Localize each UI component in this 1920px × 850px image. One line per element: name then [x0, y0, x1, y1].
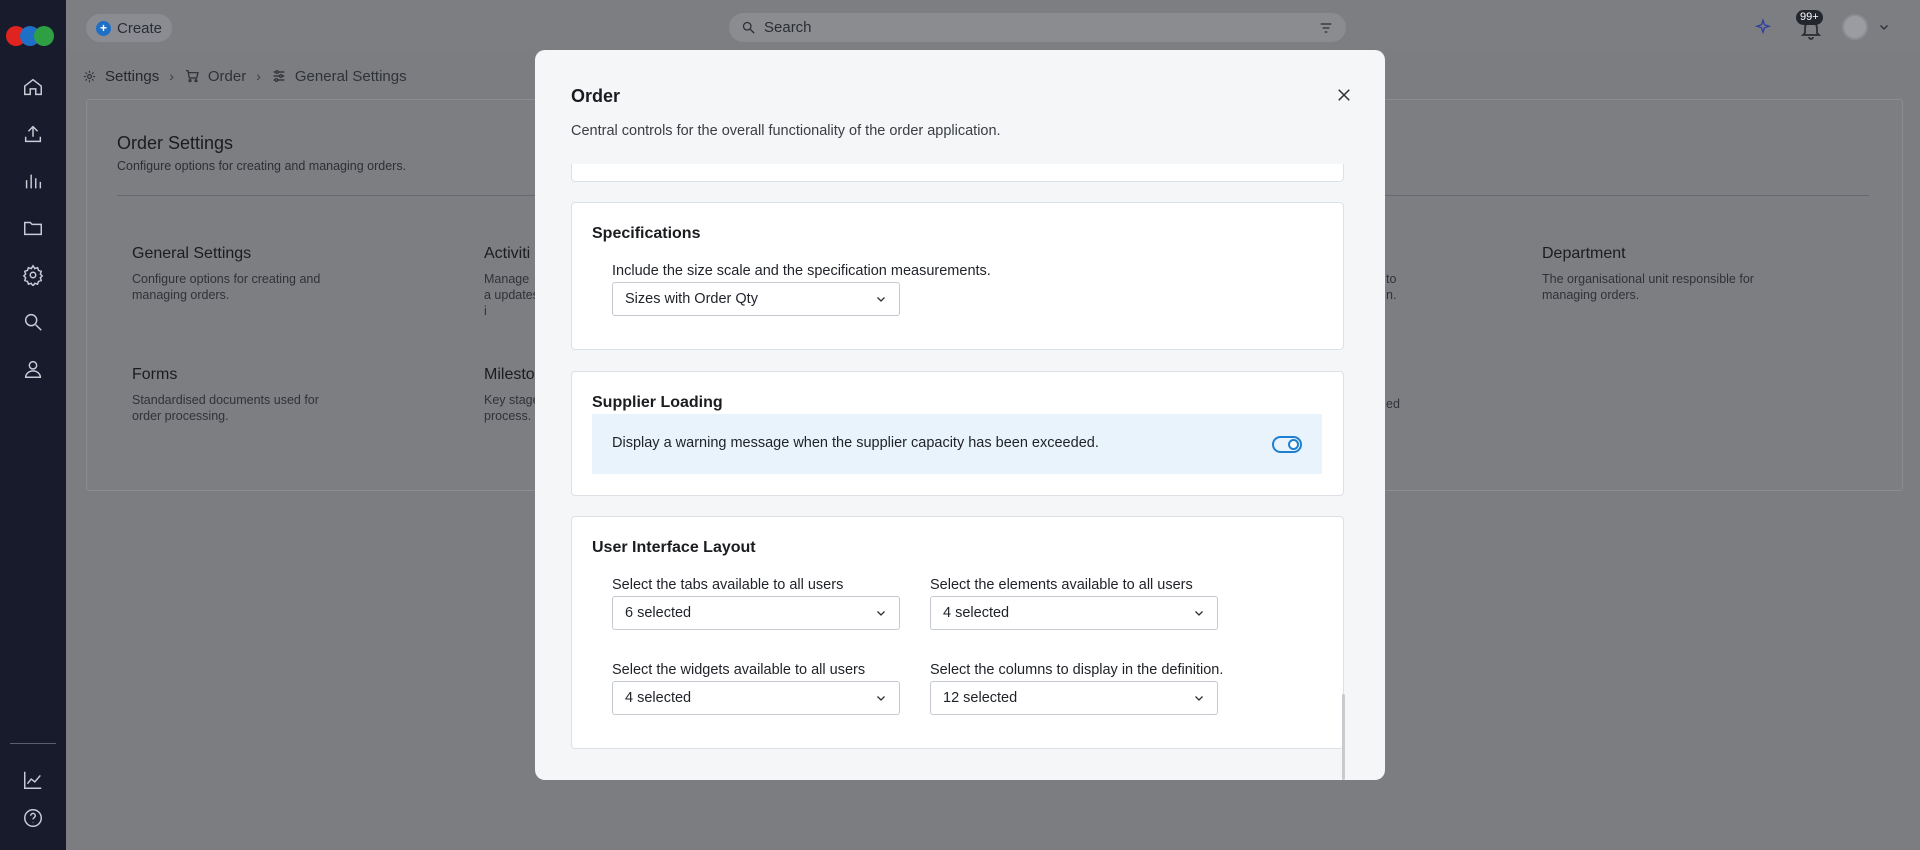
- previous-section: [571, 164, 1344, 182]
- modal-scroll-area[interactable]: Specifications Include the size scale an…: [571, 164, 1349, 764]
- tile-description: Key stage process.: [484, 393, 540, 423]
- sidebar-divider: [10, 743, 56, 744]
- ai-sparkle-icon[interactable]: [1752, 16, 1774, 38]
- tabs-select[interactable]: 6 selected: [612, 596, 900, 630]
- help-icon[interactable]: [21, 806, 45, 830]
- tile-title: General Settings: [132, 245, 252, 262]
- breadcrumb: Settings › Order › General Settings: [82, 66, 407, 86]
- user-icon[interactable]: [21, 357, 45, 381]
- tile-partial[interactable]: ed: [1386, 396, 1426, 412]
- select-value: 4 selected: [625, 690, 692, 706]
- modal-title: Order: [571, 86, 621, 106]
- breadcrumb-label: Settings: [105, 67, 160, 85]
- tile-forms[interactable]: Forms Standardised documents used for or…: [132, 366, 352, 424]
- supplier-warning-row: Display a warning message when the suppl…: [592, 414, 1322, 474]
- app-logo[interactable]: [6, 26, 60, 46]
- tile-partial[interactable]: to n.: [1386, 271, 1426, 303]
- create-label: Create: [117, 19, 163, 37]
- tile-title: Department: [1542, 245, 1626, 262]
- create-button[interactable]: + Create: [86, 14, 172, 42]
- sidebar: [0, 0, 66, 850]
- page-title: Order Settings: [117, 133, 234, 153]
- chevron-down-icon: [875, 607, 887, 619]
- select-value: 4 selected: [943, 605, 1010, 621]
- tile-description: The organisational unit responsible for …: [1542, 272, 1754, 302]
- notifications-button[interactable]: 99+: [1796, 10, 1824, 40]
- columns-label: Select the columns to display in the def…: [930, 662, 1224, 678]
- search-icon[interactable]: [21, 310, 45, 334]
- specifications-section: Specifications Include the size scale an…: [571, 202, 1344, 350]
- avatar[interactable]: [1842, 14, 1868, 40]
- tile-description: Manage a updates i: [484, 272, 539, 318]
- ui-layout-section: User Interface Layout Select the tabs av…: [571, 516, 1344, 749]
- search-placeholder: Search: [764, 19, 812, 36]
- select-value: 6 selected: [625, 605, 692, 621]
- modal-description: Central controls for the overall functio…: [571, 123, 1001, 139]
- chevron-down-icon: [1193, 607, 1205, 619]
- page-subtitle: Configure options for creating and manag…: [117, 159, 407, 173]
- supplier-loading-section: Supplier Loading Display a warning messa…: [571, 371, 1344, 496]
- select-value: Sizes with Order Qty: [625, 291, 758, 307]
- tile-title: Forms: [132, 366, 178, 383]
- breadcrumb-label: General Settings: [294, 67, 407, 85]
- tile-general-settings[interactable]: General Settings Configure options for c…: [132, 245, 352, 303]
- cart-icon: [185, 70, 199, 83]
- gear-icon: [83, 70, 96, 82]
- section-title: User Interface Layout: [592, 539, 756, 556]
- section-title: Specifications: [592, 225, 701, 242]
- specifications-select[interactable]: Sizes with Order Qty: [612, 282, 900, 316]
- filter-icon[interactable]: [1318, 20, 1334, 36]
- tile-department[interactable]: Department The organisational unit respo…: [1542, 245, 1762, 303]
- plus-icon: +: [96, 20, 111, 36]
- breadcrumb-settings[interactable]: Settings: [82, 68, 159, 85]
- chevron-down-icon: [875, 692, 887, 704]
- chevron-down-icon: [875, 293, 887, 305]
- order-modal: Order Central controls for the overall f…: [535, 50, 1385, 780]
- select-value: 12 selected: [943, 690, 1018, 706]
- tile-description: Configure options for creating and manag…: [132, 272, 321, 302]
- section-title: Supplier Loading: [592, 394, 723, 411]
- specifications-label: Include the size scale and the specifica…: [612, 263, 991, 279]
- elements-select[interactable]: 4 selected: [930, 596, 1218, 630]
- breadcrumb-label: Order: [207, 67, 247, 85]
- home-icon[interactable]: [21, 75, 45, 99]
- folder-icon[interactable]: [21, 216, 45, 240]
- sliders-icon: [273, 70, 285, 82]
- upload-icon[interactable]: [21, 122, 45, 146]
- chevron-down-icon: [1193, 692, 1205, 704]
- tile-description: ed: [1386, 397, 1400, 411]
- tile-description: to n.: [1386, 272, 1397, 302]
- widgets-label: Select the widgets available to all user…: [612, 662, 866, 678]
- analytics-icon[interactable]: [21, 768, 45, 792]
- modal-scrollbar[interactable]: [1342, 694, 1345, 780]
- top-bar: + Create Search 99+: [66, 0, 1920, 54]
- chart-icon[interactable]: [21, 169, 45, 193]
- widgets-select[interactable]: 4 selected: [612, 681, 900, 715]
- toggle-knob: [1288, 439, 1299, 450]
- tile-description: Standardised documents used for order pr…: [132, 393, 319, 423]
- supplier-warning-label: Display a warning message when the suppl…: [612, 435, 1099, 451]
- chevron-down-icon[interactable]: [1878, 21, 1890, 33]
- chevron-right-icon: ›: [256, 68, 261, 84]
- search-icon: [742, 21, 755, 34]
- chevron-right-icon: ›: [169, 68, 174, 84]
- tabs-label: Select the tabs available to all users: [612, 577, 844, 593]
- supplier-warning-toggle[interactable]: [1272, 436, 1302, 453]
- breadcrumb-order[interactable]: Order: [184, 68, 246, 85]
- columns-select[interactable]: 12 selected: [930, 681, 1218, 715]
- search-input[interactable]: Search: [729, 13, 1346, 42]
- gear-icon[interactable]: [21, 263, 45, 287]
- notification-badge: 99+: [1796, 10, 1823, 25]
- elements-label: Select the elements available to all use…: [930, 577, 1193, 593]
- breadcrumb-general-settings[interactable]: General Settings: [271, 68, 407, 85]
- close-icon[interactable]: [1333, 84, 1355, 106]
